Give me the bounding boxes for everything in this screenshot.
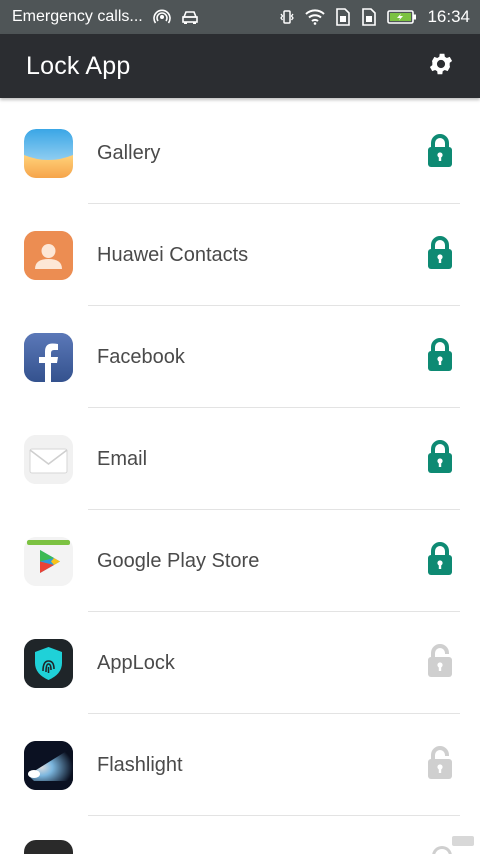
app-label: AppLock [97, 651, 175, 674]
partial-lock-icon [432, 846, 452, 854]
list-item[interactable]: AppLock [0, 612, 480, 714]
app-label: Facebook [97, 345, 185, 368]
app-label: Email [97, 447, 148, 470]
list-item[interactable]: Email [0, 408, 480, 510]
clock: 16:34 [427, 7, 470, 26]
lock-closed-icon [426, 541, 454, 582]
lock-toggle[interactable] [420, 541, 460, 581]
lock-toggle[interactable] [420, 133, 460, 173]
gear-icon [427, 50, 455, 83]
lock-closed-icon [426, 337, 454, 378]
lock-toggle[interactable] [420, 745, 460, 785]
list-item[interactable]: Huawei Contacts [0, 204, 480, 306]
lock-closed-icon [426, 439, 454, 480]
app-list: Gallery Huawei Contacts Facebook Email G… [0, 102, 480, 816]
gallery-icon [24, 128, 73, 178]
lock-open-icon [426, 745, 454, 786]
settings-button[interactable] [424, 49, 458, 83]
partial-app-icon [24, 840, 73, 854]
flashlight-icon [24, 740, 73, 790]
lock-toggle[interactable] [420, 337, 460, 377]
lock-toggle[interactable] [420, 643, 460, 683]
sim1-icon [335, 8, 351, 26]
car-mode-icon [181, 9, 199, 25]
app-label: Flashlight [97, 753, 183, 776]
contacts-icon [24, 230, 73, 280]
app-label: Google Play Store [97, 549, 260, 572]
scroll-indicator [452, 836, 474, 846]
status-bar: Emergency calls... 16:34 [0, 0, 480, 34]
hotspot-icon [152, 9, 171, 25]
list-item[interactable]: Flashlight [0, 714, 480, 816]
lock-toggle[interactable] [420, 439, 460, 479]
play-store-icon [24, 536, 73, 586]
divider [88, 815, 460, 816]
vibrate-icon [279, 9, 295, 25]
app-label: Huawei Contacts [97, 243, 249, 266]
list-item[interactable]: Google Play Store [0, 510, 480, 612]
battery-charging-icon [387, 9, 417, 25]
app-label: Gallery [97, 141, 161, 164]
app-bar: Lock App [0, 34, 480, 98]
email-icon [24, 434, 73, 484]
carrier-text: Emergency calls... [12, 8, 143, 25]
lock-open-icon [426, 643, 454, 684]
sim2-icon [361, 8, 377, 26]
lock-closed-icon [426, 235, 454, 276]
lock-toggle[interactable] [420, 235, 460, 275]
list-item[interactable]: Facebook [0, 306, 480, 408]
lock-closed-icon [426, 133, 454, 174]
wifi-icon [305, 9, 326, 25]
applock-icon [24, 638, 73, 688]
facebook-icon [24, 332, 73, 382]
list-item[interactable]: Gallery [0, 102, 480, 204]
page-title: Lock App [26, 51, 131, 80]
